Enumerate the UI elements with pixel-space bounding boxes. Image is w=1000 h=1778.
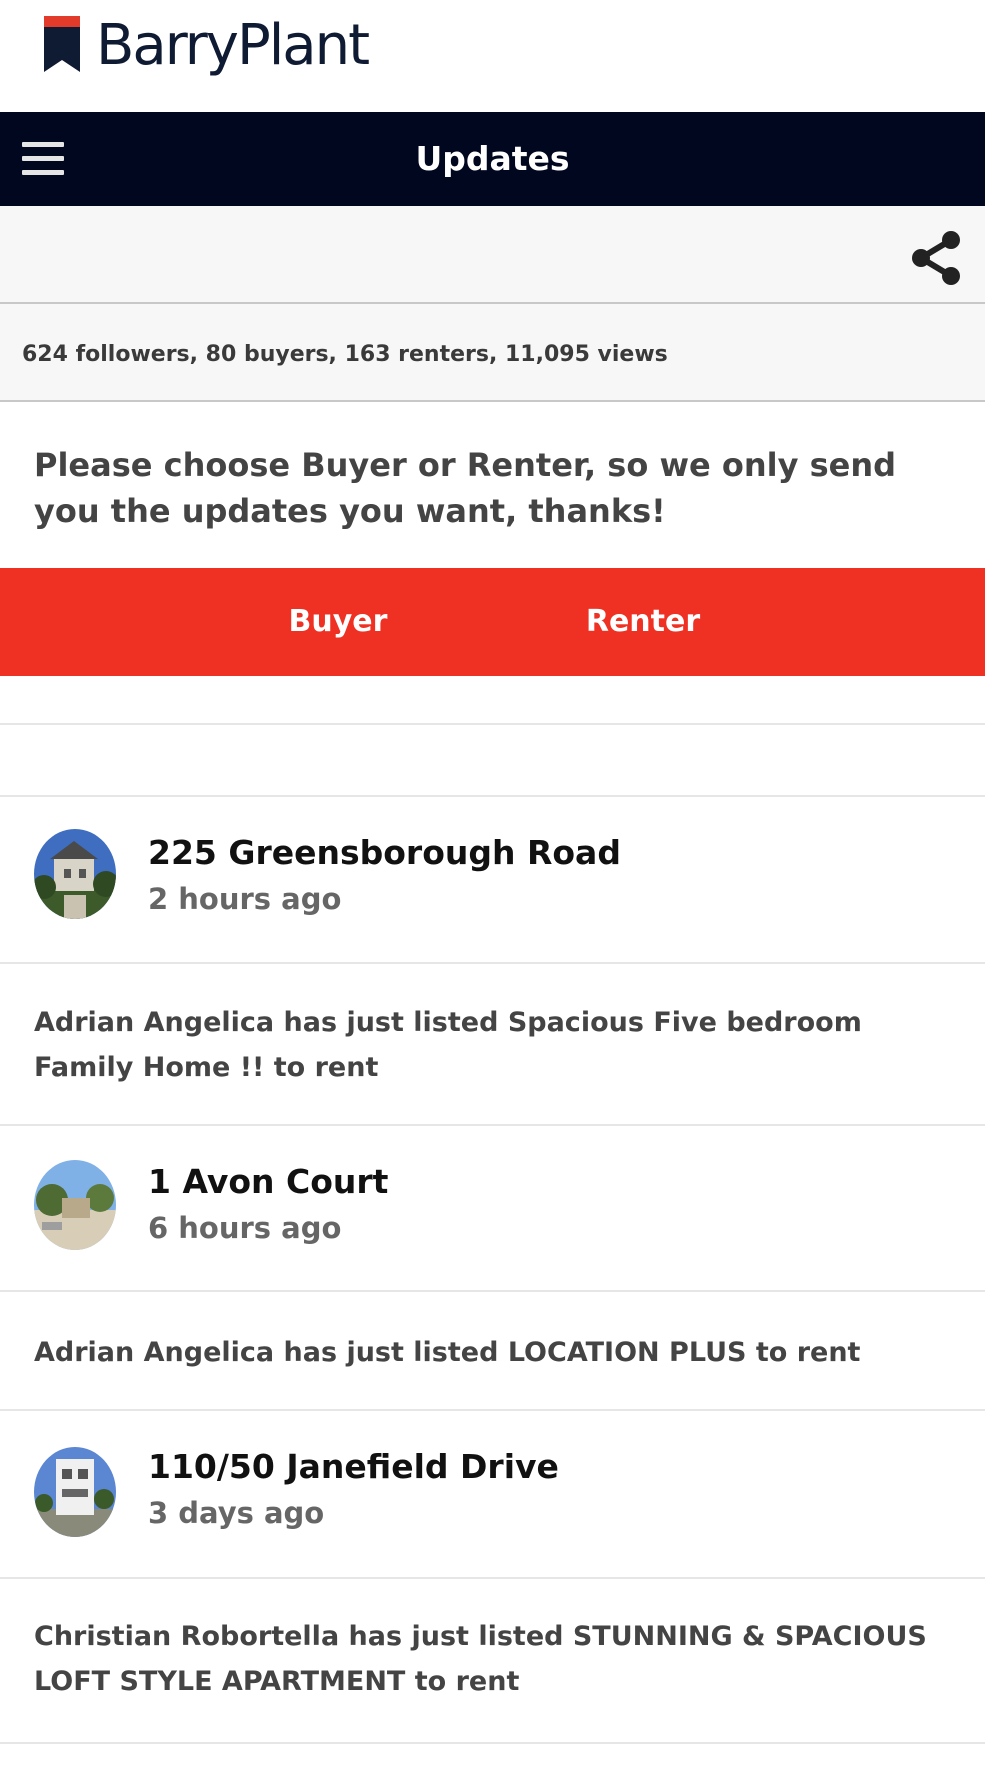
brand-logo-text: BarryPlant <box>96 13 370 78</box>
stats-bar: 624 followers, 80 buyers, 163 renters, 1… <box>0 304 985 402</box>
feed-item-header[interactable]: 225 Greensborough Road 2 hours ago <box>0 797 985 963</box>
property-thumbnail <box>34 1447 116 1537</box>
feed-item-header[interactable]: 110/50 Janefield Drive 3 days ago <box>0 1411 985 1577</box>
divider <box>0 962 985 964</box>
buyer-renter-choice-bar: Buyer Renter <box>0 568 985 676</box>
page-title: Updates <box>415 139 570 178</box>
hamburger-menu-icon[interactable] <box>22 142 64 176</box>
feed-item-time: 6 hours ago <box>148 1211 342 1245</box>
updates-page: BarryPlant Updates 624 followers, 80 buy… <box>0 0 985 1778</box>
divider <box>0 1290 985 1292</box>
preference-prompt: Please choose Buyer or Renter, so we onl… <box>34 446 897 530</box>
property-thumbnail <box>34 829 116 919</box>
feed-item-body[interactable]: Christian Robortella has just listed STU… <box>34 1614 934 1704</box>
buyer-button[interactable]: Buyer <box>258 568 418 676</box>
stats-summary: 624 followers, 80 buyers, 163 renters, 1… <box>22 342 668 367</box>
divider <box>0 1742 985 1744</box>
feed-item-time: 3 days ago <box>148 1496 325 1530</box>
feed-item-time: 2 hours ago <box>148 882 342 916</box>
logo-bookmark-icon <box>44 16 80 72</box>
share-icon[interactable] <box>909 228 965 288</box>
feed-item-header[interactable]: 1 Avon Court 6 hours ago <box>0 1126 985 1292</box>
feed-item-body[interactable]: Adrian Angelica has just listed Spacious… <box>34 1000 934 1090</box>
feed-item-title: 110/50 Janefield Drive <box>148 1447 559 1486</box>
property-thumbnail <box>34 1160 116 1250</box>
logo-header: BarryPlant <box>0 0 985 112</box>
divider <box>0 723 985 725</box>
renter-button[interactable]: Renter <box>563 568 723 676</box>
top-navbar: Updates <box>0 112 985 206</box>
feed-item-body[interactable]: Adrian Angelica has just listed LOCATION… <box>34 1330 934 1375</box>
feed-item-title: 225 Greensborough Road <box>148 833 621 872</box>
share-bar <box>0 206 985 304</box>
divider <box>0 1577 985 1579</box>
feed-item-title: 1 Avon Court <box>148 1162 389 1201</box>
